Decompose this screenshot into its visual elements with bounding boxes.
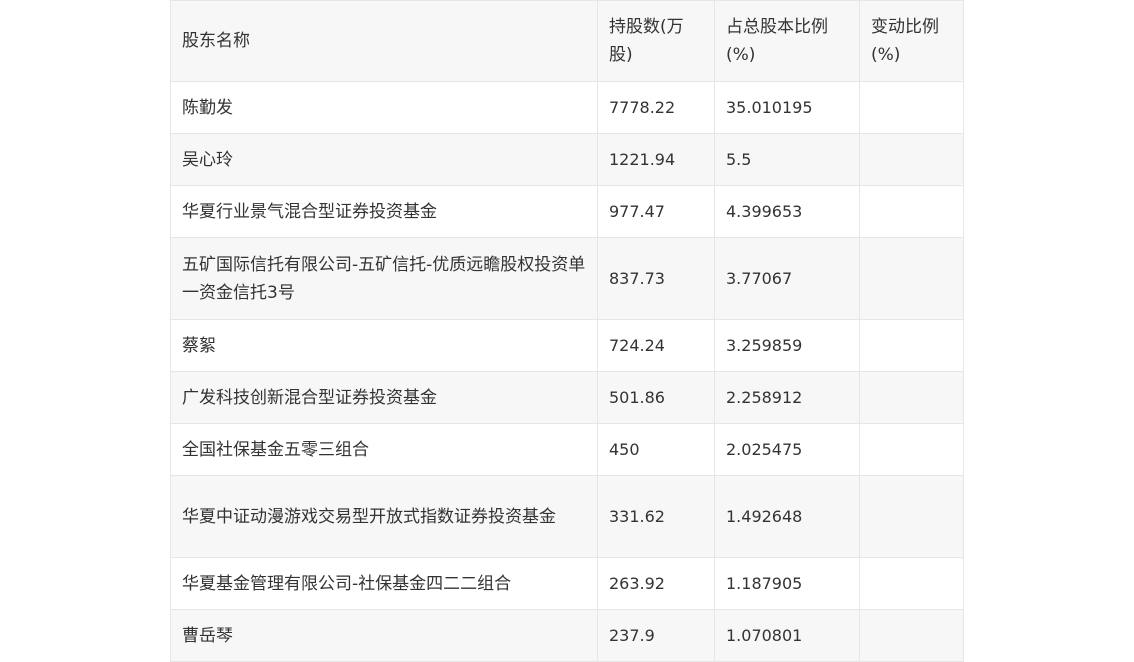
table-row: 五矿国际信托有限公司-五矿信托-优质远瞻股权投资单一资金信托3号 837.73 … <box>170 237 964 320</box>
cell-shares: 837.73 <box>597 237 715 320</box>
cell-name: 全国社保基金五零三组合 <box>170 423 598 476</box>
cell-ratio: 2.258912 <box>714 371 860 424</box>
cell-name: 五矿国际信托有限公司-五矿信托-优质远瞻股权投资单一资金信托3号 <box>170 237 598 320</box>
shareholder-table-container: 股东名称 持股数(万股) 占总股本比例(%) 变动比例(%) 陈勤发 7778.… <box>170 0 964 662</box>
cell-shares: 237.9 <box>597 609 715 662</box>
cell-shares: 724.24 <box>597 319 715 372</box>
shareholder-table: 股东名称 持股数(万股) 占总股本比例(%) 变动比例(%) 陈勤发 7778.… <box>170 0 964 662</box>
cell-change <box>859 423 964 476</box>
cell-ratio: 1.070801 <box>714 609 860 662</box>
cell-shares: 263.92 <box>597 557 715 610</box>
cell-ratio: 4.399653 <box>714 185 860 238</box>
cell-name: 华夏行业景气混合型证券投资基金 <box>170 185 598 238</box>
cell-name: 吴心玲 <box>170 133 598 186</box>
cell-name: 华夏基金管理有限公司-社保基金四二二组合 <box>170 557 598 610</box>
cell-shares: 1221.94 <box>597 133 715 186</box>
header-shares: 持股数(万股) <box>597 0 715 82</box>
cell-shares: 450 <box>597 423 715 476</box>
cell-ratio: 3.77067 <box>714 237 860 320</box>
table-row: 华夏基金管理有限公司-社保基金四二二组合 263.92 1.187905 <box>170 557 964 610</box>
cell-change <box>859 319 964 372</box>
cell-shares: 501.86 <box>597 371 715 424</box>
cell-change <box>859 133 964 186</box>
header-shareholder-name: 股东名称 <box>170 0 598 82</box>
table-header-row: 股东名称 持股数(万股) 占总股本比例(%) 变动比例(%) <box>170 0 964 82</box>
cell-ratio: 3.259859 <box>714 319 860 372</box>
table-row: 蔡絮 724.24 3.259859 <box>170 319 964 372</box>
cell-change <box>859 81 964 134</box>
table-row: 华夏行业景气混合型证券投资基金 977.47 4.399653 <box>170 185 964 238</box>
cell-change <box>859 185 964 238</box>
cell-shares: 7778.22 <box>597 81 715 134</box>
cell-name: 陈勤发 <box>170 81 598 134</box>
cell-shares: 331.62 <box>597 475 715 558</box>
cell-name: 广发科技创新混合型证券投资基金 <box>170 371 598 424</box>
table-row: 华夏中证动漫游戏交易型开放式指数证券投资基金 331.62 1.492648 <box>170 475 964 558</box>
table-row: 广发科技创新混合型证券投资基金 501.86 2.258912 <box>170 371 964 424</box>
header-change: 变动比例(%) <box>859 0 964 82</box>
cell-change <box>859 371 964 424</box>
cell-ratio: 1.187905 <box>714 557 860 610</box>
cell-shares: 977.47 <box>597 185 715 238</box>
table-row: 吴心玲 1221.94 5.5 <box>170 133 964 186</box>
cell-ratio: 5.5 <box>714 133 860 186</box>
cell-change <box>859 237 964 320</box>
cell-name: 曹岳琴 <box>170 609 598 662</box>
cell-ratio: 35.010195 <box>714 81 860 134</box>
cell-name: 蔡絮 <box>170 319 598 372</box>
table-row: 曹岳琴 237.9 1.070801 <box>170 609 964 662</box>
header-ratio: 占总股本比例(%) <box>714 0 860 82</box>
cell-change <box>859 475 964 558</box>
cell-ratio: 1.492648 <box>714 475 860 558</box>
table-row: 全国社保基金五零三组合 450 2.025475 <box>170 423 964 476</box>
cell-name: 华夏中证动漫游戏交易型开放式指数证券投资基金 <box>170 475 598 558</box>
cell-change <box>859 609 964 662</box>
cell-change <box>859 557 964 610</box>
cell-ratio: 2.025475 <box>714 423 860 476</box>
table-row: 陈勤发 7778.22 35.010195 <box>170 81 964 134</box>
